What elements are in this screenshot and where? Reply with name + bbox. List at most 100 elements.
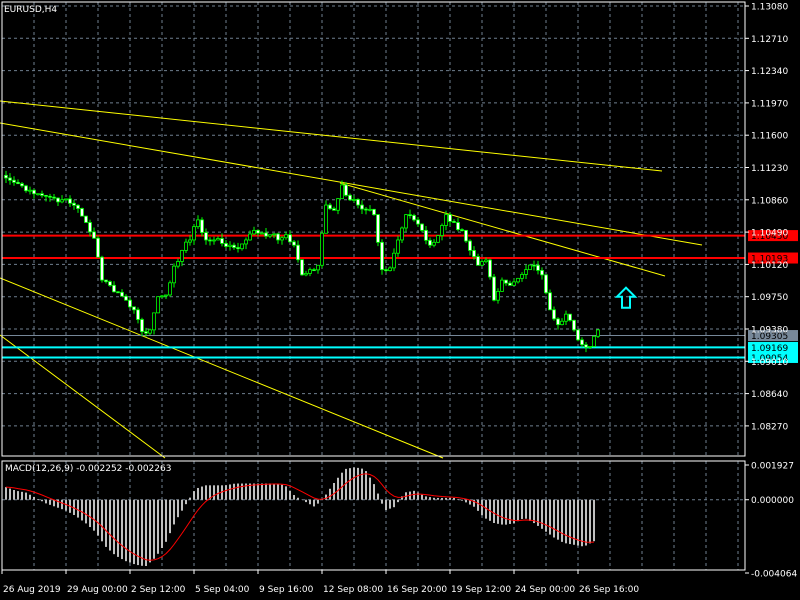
time-label: 19 Sep 12:00 [451, 585, 511, 595]
price-tick-label: 1.10490 [751, 229, 788, 239]
price-tick-label: 1.09750 [751, 293, 788, 303]
time-label: 26 Aug 2019 [3, 585, 61, 595]
bear-candle [508, 282, 512, 286]
up-arrow-icon[interactable] [614, 286, 638, 309]
bull-candle [192, 226, 196, 241]
bear-candle [328, 204, 332, 210]
bull-candle [400, 227, 404, 241]
bull-candle [148, 329, 152, 334]
bear-candle [68, 198, 72, 204]
macd-panel [2, 467, 745, 567]
time-label: 16 Sep 20:00 [387, 585, 447, 595]
price-tick-label: 1.10860 [751, 196, 788, 206]
bear-candle [456, 222, 460, 230]
bull-candle [240, 243, 244, 250]
bull-candle [520, 274, 524, 279]
price-tick-label: 1.11230 [751, 164, 788, 174]
bull-candle [172, 265, 176, 284]
bear-candle [376, 214, 380, 243]
bear-candle [420, 223, 424, 231]
bear-candle [292, 241, 296, 246]
trendline[interactable] [339, 182, 666, 277]
bull-candle [212, 239, 216, 242]
price-tick-label: 1.08640 [751, 390, 788, 400]
bull-candle [216, 238, 220, 241]
bull-candle [340, 184, 344, 200]
bear-candle [112, 284, 116, 293]
bull-candle [248, 233, 252, 241]
bear-candle [540, 270, 544, 276]
bull-candle [432, 241, 436, 246]
bear-candle [88, 222, 92, 233]
bear-candle [84, 215, 88, 223]
trendlines[interactable] [0, 100, 703, 459]
bear-candle [204, 232, 208, 241]
bear-candle [476, 256, 480, 266]
trendline[interactable] [0, 334, 166, 459]
bear-candle [572, 319, 576, 331]
time-label: 24 Sep 00:00 [515, 585, 575, 595]
macd-tick-label: -0.004064 [751, 570, 797, 580]
bear-candle [356, 199, 360, 206]
bear-candle [344, 184, 348, 196]
bear-candle [360, 204, 364, 210]
candles [4, 170, 600, 353]
time-label: 5 Sep 04:00 [195, 585, 250, 595]
bear-candle [372, 208, 376, 216]
price-tick-label: 1.10120 [751, 261, 788, 271]
bull-candle [588, 346, 592, 348]
price-tick-label: 1.12340 [751, 67, 788, 77]
bear-candle [264, 232, 268, 237]
bear-candle [100, 256, 104, 281]
bear-candle [296, 244, 300, 261]
price-tick-label: 1.11970 [751, 99, 788, 109]
bear-candle [448, 214, 452, 222]
bear-candle [76, 204, 80, 209]
chart-canvas[interactable]: 1.104501.101931.093051.091691.09054 1.13… [0, 0, 800, 600]
bull-candle [512, 281, 516, 286]
bear-candle [408, 214, 412, 217]
bull-candle [272, 233, 276, 236]
bull-candle [168, 282, 172, 296]
bear-candle [12, 179, 16, 183]
bull-candle [60, 199, 64, 203]
time-label: 26 Sep 16:00 [579, 585, 639, 595]
bull-candle [196, 219, 200, 228]
bull-candle [524, 269, 528, 275]
bear-candle [428, 239, 432, 246]
bear-candle [96, 237, 100, 258]
price-tick-label: 1.11600 [751, 132, 788, 142]
bear-candle [380, 241, 384, 271]
bull-candle [560, 320, 564, 326]
time-label: 2 Sep 12:00 [131, 585, 186, 595]
bear-candle [224, 243, 228, 247]
bull-candle [388, 267, 392, 272]
bear-candle [532, 264, 536, 267]
bear-candle [312, 269, 316, 272]
bear-candle [80, 208, 84, 217]
bear-candle [276, 233, 280, 241]
bear-candle [488, 259, 492, 278]
bear-candle [348, 194, 352, 201]
price-tick-label: 1.13080 [751, 3, 788, 13]
bear-candle [556, 318, 560, 326]
bear-candle [116, 291, 120, 294]
bear-candle [200, 219, 204, 233]
trendline[interactable] [0, 100, 663, 172]
bear-candle [460, 229, 464, 231]
bull-candle [480, 261, 484, 266]
bull-candle [228, 244, 232, 247]
bull-candle [516, 277, 520, 283]
bull-candle [280, 237, 284, 241]
bull-candle [188, 239, 192, 243]
trendline[interactable] [0, 122, 703, 246]
price-tick-label: 1.09380 [751, 326, 788, 336]
bear-candle [384, 269, 388, 272]
bull-candle [260, 232, 264, 235]
bull-candle [64, 198, 68, 201]
bear-candle [552, 309, 556, 320]
bull-candle [160, 295, 164, 298]
bear-candle [236, 247, 240, 250]
bear-candle [468, 240, 472, 251]
bull-candle [308, 269, 312, 274]
